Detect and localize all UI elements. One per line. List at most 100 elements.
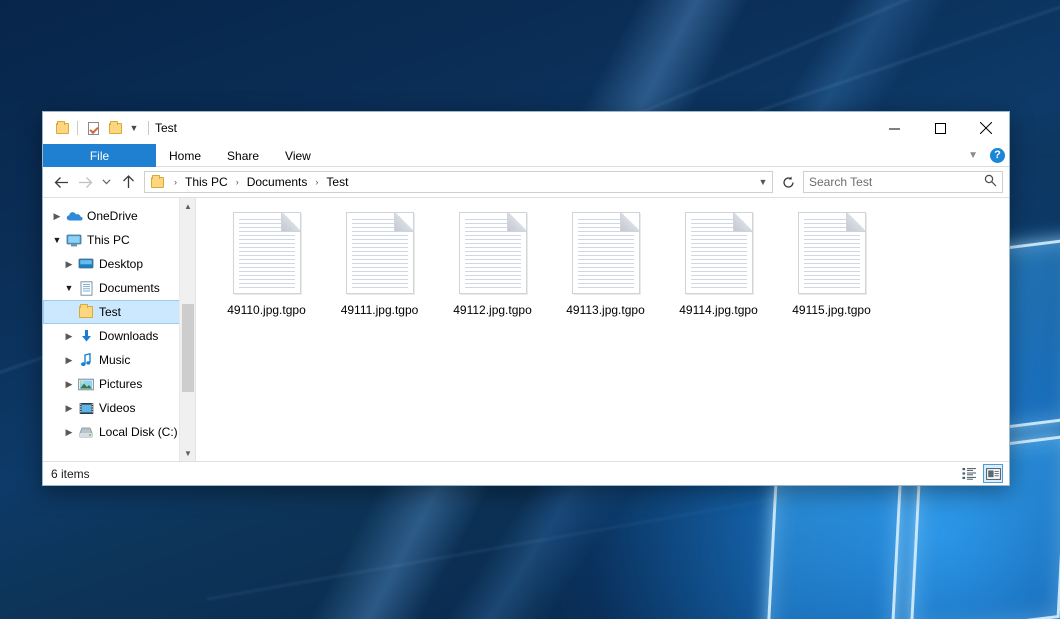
- new-folder-icon[interactable]: [104, 117, 126, 139]
- sidebar-item-label: Documents: [99, 281, 160, 295]
- sidebar-item-videos[interactable]: ▶ Videos: [43, 396, 195, 420]
- scroll-down-icon[interactable]: ▼: [180, 445, 195, 461]
- file-item[interactable]: 49110.jpg.tgpo: [210, 210, 323, 317]
- breadcrumb-dropdown-icon[interactable]: ▼: [754, 177, 772, 187]
- chevron-down-icon[interactable]: ▼: [61, 283, 77, 293]
- forward-button[interactable]: [73, 170, 97, 194]
- file-item[interactable]: 49113.jpg.tgpo: [549, 210, 662, 317]
- window-body: ▶ OneDrive ▼ This PC ▶ Desktop: [43, 197, 1009, 461]
- chevron-right-icon[interactable]: ▶: [61, 379, 77, 390]
- sidebar-item-documents[interactable]: ▼ Documents: [43, 276, 195, 300]
- quick-access-toolbar: ▼: [51, 112, 142, 144]
- breadcrumb-separator: ›: [309, 178, 324, 187]
- window-title: Test: [155, 121, 177, 135]
- breadcrumb-item-this-pc[interactable]: This PC: [183, 175, 230, 189]
- this-pc-icon: [65, 234, 83, 247]
- search-icon[interactable]: [984, 174, 997, 190]
- desktop-icon: [77, 258, 95, 270]
- sidebar-item-label: Test: [99, 305, 121, 319]
- scrollbar-thumb[interactable]: [182, 304, 194, 392]
- customize-chevron-icon[interactable]: ▼: [126, 124, 142, 133]
- folder-icon[interactable]: [51, 117, 73, 139]
- drive-icon: [77, 426, 95, 439]
- chevron-down-icon[interactable]: ▼: [49, 235, 65, 245]
- search-box[interactable]: [803, 171, 1003, 193]
- scroll-up-icon[interactable]: ▲: [180, 198, 195, 214]
- up-button[interactable]: [116, 170, 140, 194]
- file-explorer-window: ▼ Test File Home Share View ▼ ?: [42, 111, 1010, 486]
- breadcrumb-folder-icon: [151, 177, 164, 188]
- back-button[interactable]: [49, 170, 73, 194]
- sidebar-item-label: OneDrive: [87, 209, 138, 223]
- navigation-pane: ▶ OneDrive ▼ This PC ▶ Desktop: [43, 198, 195, 461]
- refresh-icon[interactable]: [777, 171, 799, 193]
- expand-ribbon-chevron-icon[interactable]: ▼: [964, 150, 982, 161]
- sidebar-item-music[interactable]: ▶ Music: [43, 348, 195, 372]
- folder-icon: [77, 306, 95, 318]
- sidebar-item-this-pc[interactable]: ▼ This PC: [43, 228, 195, 252]
- sidebar-item-local-disk-c[interactable]: ▶ Local Disk (C:): [43, 420, 195, 444]
- tab-share[interactable]: Share: [214, 144, 272, 167]
- close-button[interactable]: [963, 112, 1009, 144]
- large-icons-view-button[interactable]: [983, 464, 1003, 483]
- tab-view[interactable]: View: [272, 144, 324, 167]
- sidebar-item-onedrive[interactable]: ▶ OneDrive: [43, 204, 195, 228]
- ribbon-tab-strip: File Home Share View ▼ ?: [43, 144, 1009, 167]
- sidebar-item-pictures[interactable]: ▶ Pictures: [43, 372, 195, 396]
- file-name: 49110.jpg.tgpo: [227, 303, 306, 317]
- maximize-button[interactable]: [917, 112, 963, 144]
- navigation-pane-scrollbar[interactable]: ▲ ▼: [179, 198, 195, 461]
- recent-locations-chevron-icon[interactable]: [97, 170, 116, 194]
- toolbar-divider: [77, 121, 78, 135]
- sidebar-item-label: Videos: [99, 401, 135, 415]
- chevron-right-icon[interactable]: ▶: [49, 211, 65, 222]
- breadcrumb[interactable]: › This PC › Documents › Test ▼: [144, 171, 773, 193]
- title-bar: ▼ Test: [43, 112, 1009, 144]
- sidebar-item-label: Pictures: [99, 377, 142, 391]
- breadcrumb-separator: ›: [168, 178, 183, 187]
- view-mode-buttons: [959, 464, 1003, 483]
- generic-document-icon: [233, 212, 301, 294]
- file-name: 49114.jpg.tgpo: [679, 303, 758, 317]
- generic-document-icon: [685, 212, 753, 294]
- generic-document-icon: [459, 212, 527, 294]
- file-item[interactable]: 49115.jpg.tgpo: [775, 210, 888, 317]
- chevron-right-icon[interactable]: ▶: [61, 331, 77, 342]
- file-item[interactable]: 49112.jpg.tgpo: [436, 210, 549, 317]
- search-input[interactable]: [809, 175, 984, 189]
- sidebar-item-desktop[interactable]: ▶ Desktop: [43, 252, 195, 276]
- sidebar-item-label: This PC: [87, 233, 130, 247]
- breadcrumb-separator: ›: [230, 178, 245, 187]
- file-item[interactable]: 49111.jpg.tgpo: [323, 210, 436, 317]
- status-bar: 6 items: [43, 461, 1009, 485]
- chevron-right-icon[interactable]: ▶: [61, 259, 77, 270]
- breadcrumb-item-test[interactable]: Test: [324, 175, 350, 189]
- file-name: 49115.jpg.tgpo: [792, 303, 871, 317]
- file-list-view[interactable]: 49110.jpg.tgpo 49111.jpg.tgpo 49112.jpg.…: [195, 198, 1009, 461]
- generic-document-icon: [798, 212, 866, 294]
- minimize-button[interactable]: [871, 112, 917, 144]
- file-name: 49113.jpg.tgpo: [566, 303, 645, 317]
- sidebar-item-test[interactable]: Test: [43, 300, 195, 324]
- tab-home[interactable]: Home: [156, 144, 214, 167]
- music-icon: [77, 353, 95, 367]
- chevron-right-icon[interactable]: ▶: [61, 403, 77, 414]
- videos-icon: [77, 402, 95, 415]
- window-controls: [871, 112, 1009, 144]
- sidebar-item-downloads[interactable]: ▶ Downloads: [43, 324, 195, 348]
- title-divider: [148, 121, 149, 135]
- chevron-right-icon[interactable]: ▶: [61, 355, 77, 366]
- file-name: 49112.jpg.tgpo: [453, 303, 532, 317]
- properties-icon[interactable]: [82, 117, 104, 139]
- tab-file[interactable]: File: [43, 144, 156, 167]
- file-grid: 49110.jpg.tgpo 49111.jpg.tgpo 49112.jpg.…: [210, 210, 1009, 317]
- breadcrumb-item-documents[interactable]: Documents: [245, 175, 310, 189]
- help-icon[interactable]: ?: [990, 148, 1005, 163]
- sidebar-item-label: Desktop: [99, 257, 143, 271]
- details-view-button[interactable]: [959, 464, 979, 483]
- onedrive-icon: [65, 210, 83, 222]
- sidebar-item-label: Downloads: [99, 329, 158, 343]
- documents-icon: [77, 281, 95, 296]
- file-item[interactable]: 49114.jpg.tgpo: [662, 210, 775, 317]
- chevron-right-icon[interactable]: ▶: [61, 427, 77, 438]
